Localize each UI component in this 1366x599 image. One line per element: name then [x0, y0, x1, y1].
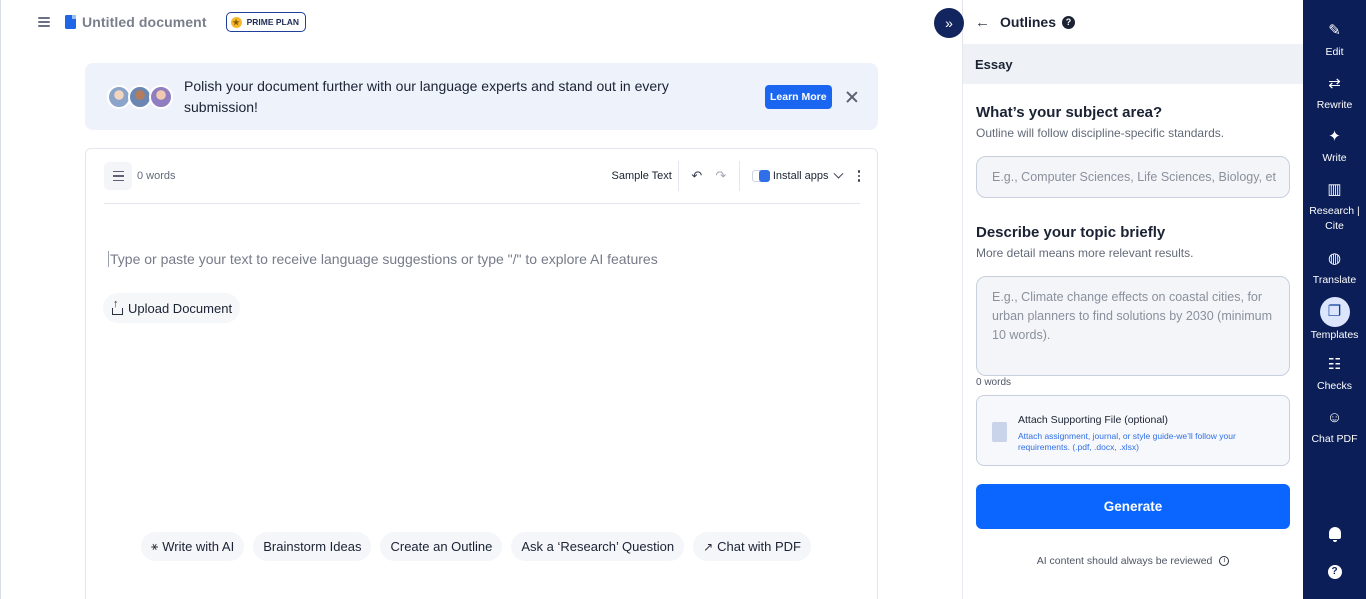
list-icon[interactable]: [104, 162, 132, 190]
chevron-down-icon: [833, 168, 843, 179]
attach-description: Attach assignment, journal, or style gui…: [1018, 431, 1236, 452]
divider: [677, 161, 679, 191]
app-icons: [751, 170, 770, 182]
attach-title: Attach Supporting File (optional): [1018, 414, 1168, 426]
chip-label: Chat with PDF: [717, 539, 801, 554]
panel-form: What’s your subject area? Outline will f…: [963, 84, 1303, 599]
document-area: Untitled document ★ PRIME PLAN Polish yo…: [0, 0, 946, 599]
panel-header: ← Outlines ?: [963, 0, 1303, 44]
templates-icon: ❐: [1319, 297, 1350, 327]
brainstorm-ideas-chip[interactable]: Brainstorm Ideas: [253, 532, 372, 561]
rewrite-arrows-icon: ⇄: [1328, 75, 1341, 92]
globe-icon: ◍: [1327, 250, 1342, 267]
rail-label: Edit: [1325, 46, 1344, 58]
document-icon: [65, 15, 76, 29]
undo-icon[interactable]: ↶: [689, 168, 705, 184]
rail-label: Translate: [1312, 274, 1357, 286]
create-outline-chip[interactable]: Create an Outline: [380, 532, 503, 561]
rail-item-checks[interactable]: ☷ Checks: [1303, 355, 1366, 394]
back-arrow-icon[interactable]: ←: [975, 14, 990, 31]
subject-input[interactable]: E.g., Computer Sciences, Life Sciences, …: [976, 156, 1290, 198]
editor-card: 0 words Sample Text ↶ ↷ Install apps Typ…: [85, 148, 878, 599]
books-icon: ▥: [1327, 181, 1342, 198]
rail-label: Chat PDF: [1311, 433, 1358, 445]
magic-wand-icon: ⚹: [151, 539, 159, 553]
attach-file-dropzone[interactable]: Attach Supporting File (optional) Attach…: [976, 395, 1290, 466]
outlines-panel: ← Outlines ? Essay What’s your subject a…: [962, 0, 1303, 599]
install-apps-dropdown[interactable]: Install apps: [751, 168, 843, 182]
chip-label: Ask a ‘Research’ Question: [521, 539, 675, 554]
sparkle-icon: ✦: [1328, 128, 1341, 145]
bell-icon[interactable]: [1303, 526, 1366, 544]
upload-icon: [111, 298, 124, 315]
prime-plan-badge[interactable]: ★ PRIME PLAN: [225, 12, 307, 32]
rail-item-translate[interactable]: ◍ Translate: [1303, 249, 1366, 288]
rail-item-rewrite[interactable]: ⇄ Rewrite: [1303, 74, 1366, 113]
rail-label: Rewrite: [1316, 99, 1353, 111]
topic-hint: More detail means more relevant results.: [976, 246, 1194, 260]
topic-word-count: 0 words: [976, 377, 1012, 388]
rail-item-templates[interactable]: ❐ Templates: [1303, 297, 1366, 343]
prime-plan-label: PRIME PLAN: [246, 17, 300, 27]
panel-title: Outlines: [1000, 14, 1057, 30]
more-options-icon[interactable]: [857, 170, 860, 182]
file-icon: [992, 422, 1007, 442]
tools-rail: ✎ Edit ⇄ Rewrite ✦ Write ▥ Research | Ci…: [1303, 0, 1366, 599]
rail-item-chat-pdf[interactable]: ☺ Chat PDF: [1303, 408, 1366, 447]
chip-label: Create an Outline: [390, 539, 493, 554]
topic-textarea[interactable]: E.g., Climate change effects on coastal …: [976, 276, 1290, 376]
ai-suggestion-chips: ⚹ Write with AI Brainstorm Ideas Create …: [141, 532, 811, 561]
arrow-up-right-icon: ↗: [703, 539, 714, 554]
close-icon[interactable]: [846, 91, 858, 103]
info-icon[interactable]: i: [1219, 556, 1230, 567]
install-apps-label: Install apps: [772, 170, 829, 182]
upload-document-button[interactable]: Upload Document: [103, 293, 241, 323]
top-bar: Untitled document ★ PRIME PLAN: [37, 12, 307, 32]
help-icon[interactable]: ?: [1303, 561, 1366, 579]
generate-button[interactable]: Generate: [976, 484, 1290, 529]
avatar: [149, 84, 173, 109]
editor-toolbar: 0 words Sample Text ↶ ↷ Install apps: [104, 161, 860, 191]
sample-text-button[interactable]: Sample Text: [612, 170, 672, 182]
expert-avatars: [107, 84, 173, 109]
template-name: Essay: [963, 44, 1303, 84]
subject-hint: Outline will follow discipline-specific …: [976, 126, 1225, 140]
rail-label: Write: [1322, 152, 1347, 164]
chip-label: Write with AI: [162, 539, 235, 554]
rail-item-research-cite[interactable]: ▥ Research | Cite: [1303, 180, 1366, 234]
ai-disclaimer: AI content should always be reviewed i: [963, 555, 1303, 567]
research-question-chip[interactable]: Ask a ‘Research’ Question: [511, 532, 685, 561]
subject-question: What’s your subject area?: [976, 104, 1163, 121]
rail-label: Checks: [1316, 380, 1352, 392]
help-icon[interactable]: ?: [1062, 15, 1076, 29]
rail-label: Research | Cite: [1309, 205, 1360, 232]
app-root: Untitled document ★ PRIME PLAN Polish yo…: [0, 0, 1366, 599]
checklist-icon: ☷: [1327, 356, 1342, 373]
chat-icon: ☺: [1326, 409, 1343, 426]
divider: [738, 161, 740, 191]
rail-label: Templates: [1310, 329, 1359, 341]
topic-question: Describe your topic briefly: [976, 224, 1166, 241]
editor-text-area[interactable]: Type or paste your text to receive langu…: [108, 251, 658, 267]
banner-text: Polish your document further with our la…: [184, 77, 669, 115]
rail-item-write[interactable]: ✦ Write: [1303, 127, 1366, 166]
hamburger-menu-icon[interactable]: [37, 15, 51, 29]
promo-banner: Polish your document further with our la…: [85, 63, 878, 130]
redo-icon[interactable]: ↷: [713, 168, 729, 184]
chat-with-pdf-chip[interactable]: ↗ Chat with PDF: [693, 532, 811, 561]
word-count: 0 words: [137, 170, 176, 182]
upload-label: Upload Document: [128, 300, 233, 316]
write-with-ai-chip[interactable]: ⚹ Write with AI: [141, 532, 245, 561]
toolbar-divider: [104, 203, 860, 204]
chip-label: Brainstorm Ideas: [263, 539, 362, 554]
learn-more-button[interactable]: Learn More: [765, 84, 832, 109]
disclaimer-text: AI content should always be reviewed: [1036, 555, 1213, 567]
rail-item-edit[interactable]: ✎ Edit: [1303, 21, 1366, 60]
collapse-panel-button[interactable]: »: [934, 8, 964, 38]
document-title[interactable]: Untitled document: [82, 14, 207, 30]
star-icon: ★: [230, 16, 242, 28]
feather-pen-icon: ✎: [1328, 22, 1341, 39]
